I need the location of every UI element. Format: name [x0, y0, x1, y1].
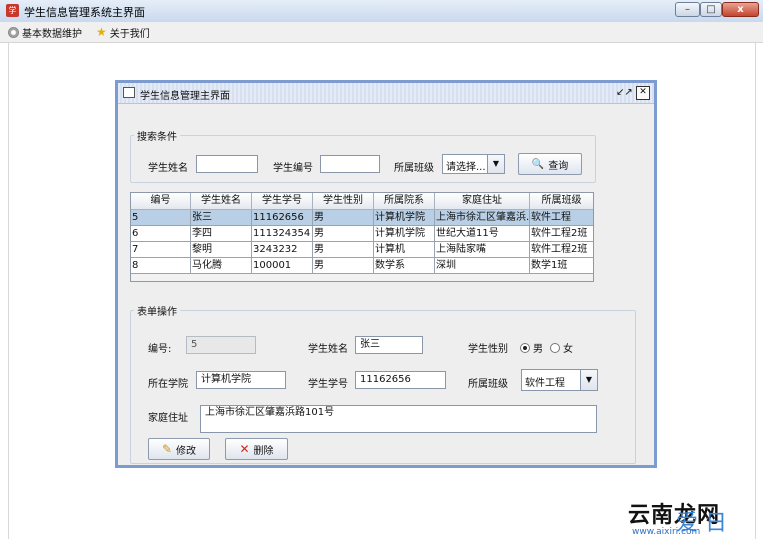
cell-code: 3243232	[252, 242, 313, 258]
delete-button-label: 删除	[253, 445, 274, 457]
minimize-button[interactable]: –	[675, 2, 700, 17]
radio-male-icon	[520, 342, 530, 353]
cell-class: 软件工程2班	[530, 242, 593, 258]
cell-name: 李四	[191, 226, 252, 242]
cell-class: 软件工程2班	[530, 226, 593, 242]
col-header-class[interactable]: 所属班级	[530, 193, 593, 210]
search-name-input[interactable]	[196, 155, 258, 173]
window-title: 学生信息管理系统主界面	[24, 6, 145, 19]
col-header-name[interactable]: 学生姓名	[191, 193, 252, 210]
form-id-label: 编号:	[148, 344, 172, 355]
cell-address: 世纪大道11号	[435, 226, 530, 242]
col-header-dept[interactable]: 所属院系	[374, 193, 435, 210]
student-table[interactable]: 编号 学生姓名 学生学号 学生性别 所属院系 家庭住址 所属班级 5 张三 11…	[130, 192, 594, 282]
cell-gender: 男	[313, 210, 374, 226]
cell-code: 111324354	[252, 226, 313, 242]
col-header-gender[interactable]: 学生性别	[313, 193, 374, 210]
form-class-label: 所属班级	[468, 379, 508, 390]
close-frame-icon[interactable]: ✕	[636, 86, 650, 100]
menu-about-us[interactable]: ★ 关于我们	[96, 25, 150, 40]
watermark-url: www.aixiri.com	[632, 527, 701, 537]
chevron-down-icon[interactable]: ▼	[487, 155, 504, 173]
close-window-button[interactable]: x	[722, 2, 759, 17]
gear-icon	[8, 27, 19, 38]
search-group-legend: 搜索条件	[134, 128, 180, 143]
form-code-label: 学生学号	[308, 379, 348, 390]
menu-basic-data-label: 基本数据维护	[22, 29, 82, 40]
search-name-label: 学生姓名	[148, 163, 188, 174]
form-group-legend: 表单操作	[134, 303, 180, 318]
form-college-field[interactable]: 计算机学院	[196, 371, 286, 389]
form-address-field[interactable]: 上海市徐汇区肇嘉浜路101号	[200, 405, 597, 433]
app-icon: 学	[6, 4, 19, 17]
cell-id: 7	[131, 242, 191, 258]
form-name-label: 学生姓名	[308, 344, 348, 355]
search-code-label: 学生编号	[273, 163, 313, 174]
cell-gender: 男	[313, 242, 374, 258]
cell-class: 软件工程	[530, 210, 593, 226]
radio-female-icon	[550, 342, 560, 353]
search-class-select[interactable]: 请选择... ▼	[442, 154, 505, 174]
gender-female-label: 女	[563, 344, 573, 355]
col-header-id[interactable]: 编号	[131, 193, 191, 210]
form-class-select[interactable]: 软件工程 ▼	[521, 369, 598, 391]
edit-button[interactable]: ✎ 修改	[148, 438, 210, 460]
cell-gender: 男	[313, 226, 374, 242]
form-id-field: 5	[186, 336, 256, 354]
student-info-frame: 学生信息管理主界面 ↙↗ ✕ 搜索条件 学生姓名 学生编号 所属班级 请选择..…	[115, 80, 657, 468]
search-button-label: 查询	[548, 160, 569, 172]
menu-about-us-label: 关于我们	[109, 29, 150, 40]
cell-gender: 男	[313, 258, 374, 274]
form-gender-label: 学生性别	[468, 344, 508, 355]
cell-dept: 数学系	[374, 258, 435, 274]
form-name-field[interactable]: 张三	[355, 336, 423, 354]
cell-code: 11162656	[252, 210, 313, 226]
cell-dept: 计算机学院	[374, 226, 435, 242]
cell-name: 黎明	[191, 242, 252, 258]
restore-icon[interactable]: ↙↗	[616, 86, 633, 99]
cell-id: 8	[131, 258, 191, 274]
search-button[interactable]: 🔍 查询	[518, 153, 582, 175]
gender-female-radio[interactable]: 女	[550, 340, 573, 355]
gender-male-label: 男	[533, 344, 543, 355]
inner-frame-title-bar[interactable]: 学生信息管理主界面 ↙↗ ✕	[118, 83, 654, 104]
delete-button[interactable]: ✕ 删除	[225, 438, 288, 460]
edit-button-label: 修改	[176, 445, 197, 457]
pencil-icon: ✎	[161, 442, 173, 456]
search-class-value: 请选择...	[446, 162, 486, 173]
form-address-label: 家庭住址	[148, 413, 188, 424]
form-class-value: 软件工程	[525, 378, 565, 389]
star-icon: ★	[96, 25, 107, 39]
inner-frame-title: 学生信息管理主界面	[140, 91, 230, 102]
form-code-field[interactable]: 11162656	[355, 371, 446, 389]
cell-address: 上海陆家嘴	[435, 242, 530, 258]
col-header-address[interactable]: 家庭住址	[435, 193, 530, 210]
window-title-bar: 学 学生信息管理系统主界面 – □ x	[0, 0, 763, 23]
search-class-label: 所属班级	[394, 163, 434, 174]
col-header-code[interactable]: 学生学号	[252, 193, 313, 210]
gender-male-radio[interactable]: 男	[520, 340, 543, 355]
cell-dept: 计算机学院	[374, 210, 435, 226]
cell-name: 张三	[191, 210, 252, 226]
frame-icon	[123, 87, 135, 98]
chevron-down-icon[interactable]: ▼	[580, 370, 597, 390]
menu-bar: 基本数据维护 ★ 关于我们	[0, 22, 763, 43]
delete-x-icon: ✕	[239, 442, 250, 456]
cell-address: 深圳	[435, 258, 530, 274]
cell-code: 100001	[252, 258, 313, 274]
search-icon: 🔍	[531, 158, 545, 170]
menu-basic-data[interactable]: 基本数据维护	[8, 25, 82, 40]
search-code-input[interactable]	[320, 155, 380, 173]
cell-name: 马化腾	[191, 258, 252, 274]
cell-id: 5	[131, 210, 191, 226]
cell-id: 6	[131, 226, 191, 242]
cell-dept: 计算机	[374, 242, 435, 258]
cell-class: 数学1班	[530, 258, 593, 274]
cell-address: 上海市徐汇区肇嘉浜...	[435, 210, 530, 226]
form-college-label: 所在学院	[148, 379, 188, 390]
maximize-button[interactable]: □	[700, 2, 722, 17]
